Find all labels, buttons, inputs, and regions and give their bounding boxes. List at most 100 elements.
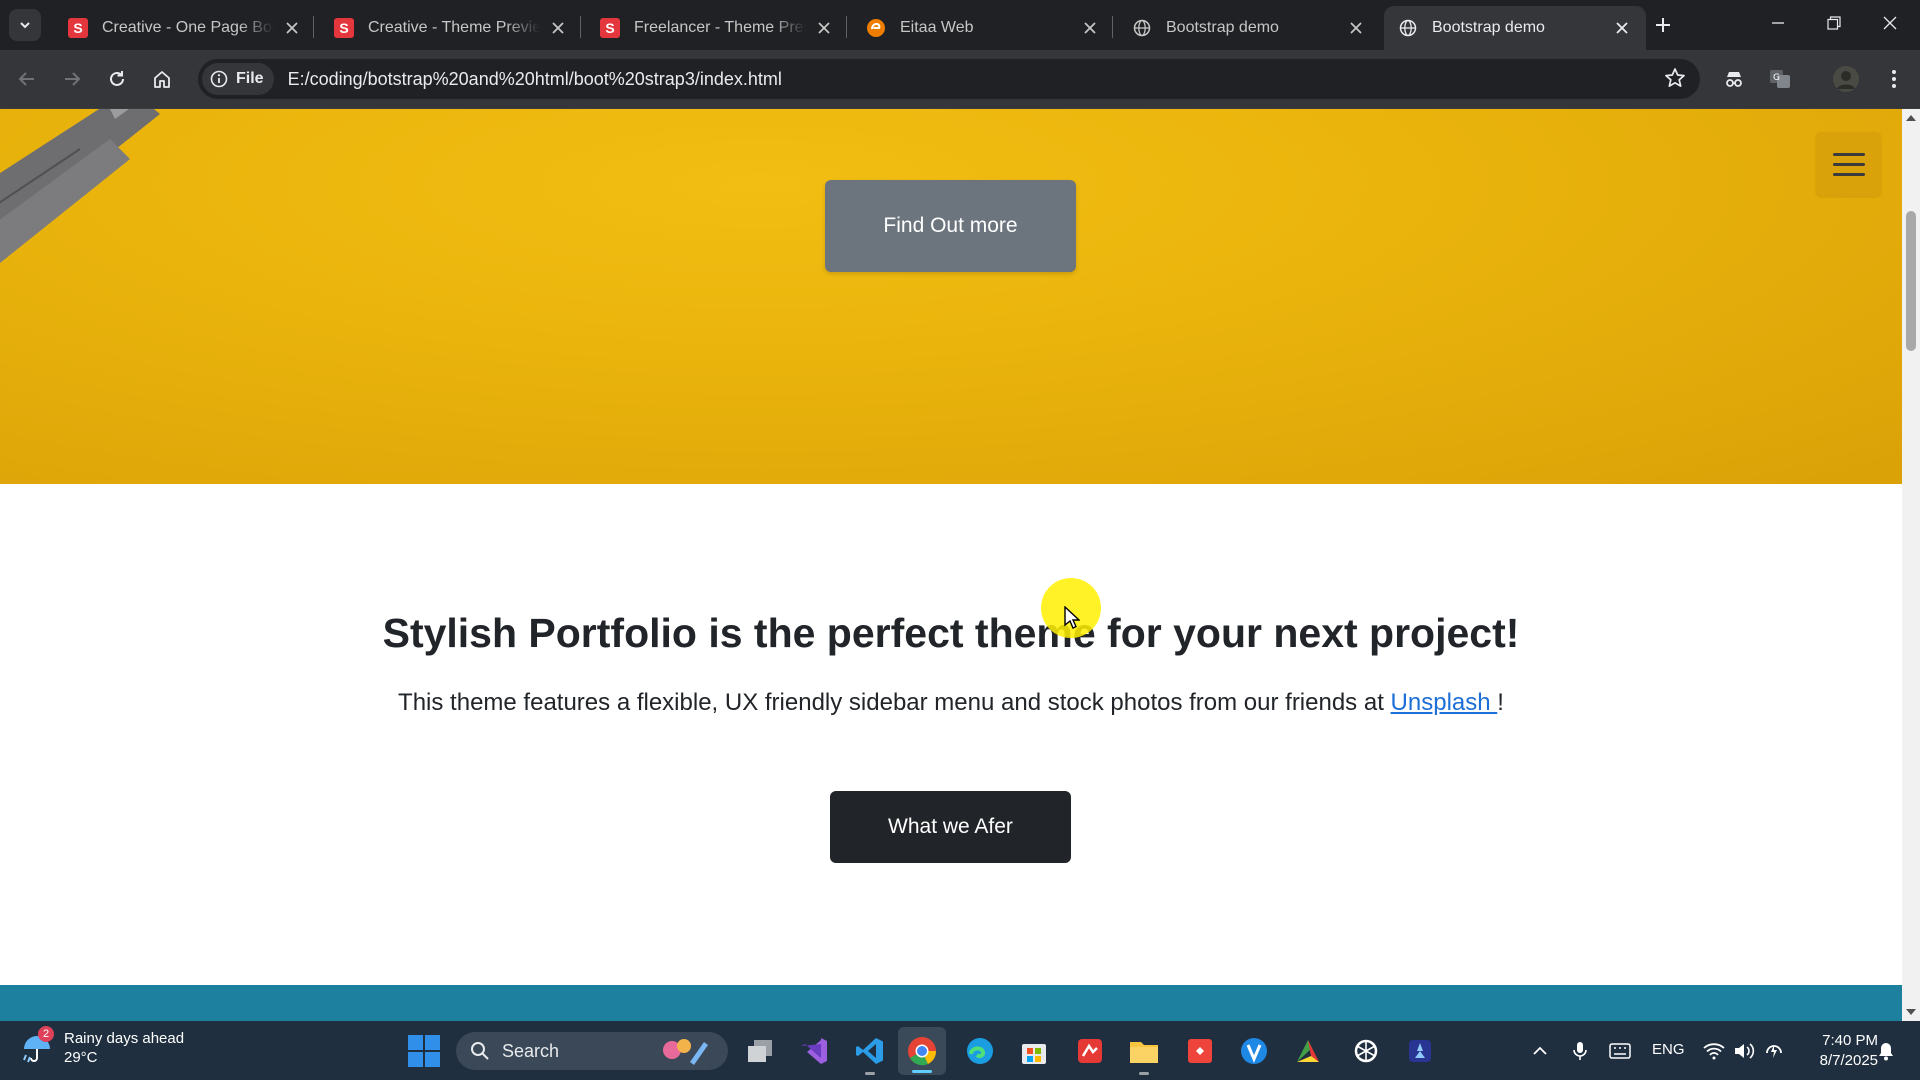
globe-icon: [1398, 18, 1418, 38]
url-text[interactable]: E:/coding/botstrap%20and%20html/boot%20s…: [288, 69, 782, 90]
more-vertical-icon: [1892, 70, 1896, 88]
browser-tab-1[interactable]: S Creative - One Page Bootstrap: [54, 6, 316, 50]
forward-button[interactable]: [55, 62, 89, 96]
visual-studio-app[interactable]: [796, 1033, 832, 1069]
chrome-app[interactable]: [898, 1027, 946, 1075]
close-window-button[interactable]: [1862, 0, 1918, 46]
back-button[interactable]: [10, 62, 44, 96]
chatgpt-app[interactable]: [1348, 1033, 1384, 1069]
wifi-button[interactable]: [1702, 1039, 1726, 1063]
avatar-icon: [1833, 66, 1859, 92]
language-indicator[interactable]: ENG: [1652, 1041, 1685, 1058]
tab-search-button[interactable]: [9, 9, 41, 41]
notifications-button[interactable]: [1874, 1039, 1898, 1063]
minimize-icon: [1772, 22, 1784, 24]
windows-logo-icon: [408, 1052, 423, 1067]
start-button[interactable]: [408, 1035, 440, 1067]
browser-tab-3[interactable]: S Freelancer - Theme Preview - Start Boo…: [586, 6, 848, 50]
hamburger-line: [1832, 162, 1865, 166]
weather-temp: 29°C: [64, 1049, 98, 1066]
browser-tab-5[interactable]: Bootstrap demo: [1118, 6, 1380, 50]
close-tab-icon[interactable]: [1078, 16, 1102, 40]
restore-button[interactable]: [1806, 0, 1862, 46]
pencil-photo: [0, 109, 160, 263]
what-we-offer-button[interactable]: What we Afer: [830, 791, 1071, 863]
new-tab-button[interactable]: [1648, 10, 1678, 40]
browser-tab-6[interactable]: Bootstrap demo: [1384, 6, 1646, 50]
about-lead: This theme features a flexible, UX frien…: [0, 689, 1902, 717]
tab-separator: [1112, 16, 1113, 38]
scrollbar-thumb[interactable]: [1906, 211, 1916, 351]
page-scrollbar[interactable]: [1902, 109, 1920, 1021]
s-logo-icon: S: [68, 18, 88, 38]
close-tab-icon[interactable]: [280, 16, 304, 40]
unsplash-link[interactable]: Unsplash: [1391, 689, 1498, 716]
game-app[interactable]: [1402, 1033, 1438, 1069]
colorful-app[interactable]: [1290, 1033, 1326, 1069]
profile-avatar[interactable]: [1830, 63, 1862, 95]
bookmark-button[interactable]: [1664, 67, 1686, 94]
edge-app[interactable]: [962, 1033, 998, 1069]
s-logo-icon: S: [600, 18, 620, 38]
home-button[interactable]: [145, 62, 179, 96]
weather-widget[interactable]: 2 Rainy days ahead 29°C: [20, 1026, 184, 1067]
multicolor-app-icon: [1297, 1040, 1319, 1062]
home-icon: [154, 71, 170, 88]
anydesk-app[interactable]: [1182, 1033, 1218, 1069]
about-lead-end: !: [1497, 689, 1504, 716]
sketch-app[interactable]: [1072, 1033, 1108, 1069]
translate-icon: G: [1770, 70, 1790, 88]
find-out-more-button[interactable]: Find Out more: [825, 180, 1076, 272]
close-tab-icon[interactable]: [1610, 16, 1634, 40]
show-hidden-icons-button[interactable]: [1528, 1039, 1552, 1063]
restore-icon: [1827, 16, 1841, 30]
browser-tab-4[interactable]: Eitaa Web: [852, 6, 1114, 50]
arrow-left-icon: [18, 72, 34, 86]
file-explorer-app[interactable]: [1126, 1033, 1162, 1075]
address-bar[interactable]: File E:/coding/botstrap%20and%20html/boo…: [198, 59, 1700, 99]
tab-title: Creative - Theme Preview - Start Bootstr…: [368, 19, 540, 36]
minimize-button[interactable]: [1750, 0, 1806, 46]
browser-menu-button[interactable]: [1878, 63, 1910, 95]
search-highlight-icon: [663, 1039, 708, 1065]
taskbar-clock[interactable]: 7:40 PM 8/7/2025: [1800, 1031, 1878, 1071]
microsoft-store-app[interactable]: [1016, 1033, 1052, 1069]
tab-title: Bootstrap demo: [1432, 19, 1545, 36]
scroll-down-arrow-icon[interactable]: [1905, 1007, 1917, 1017]
tab-separator: [313, 16, 314, 38]
page-viewport: Find Out more Stylish Portfolio is the p…: [0, 109, 1902, 1021]
windows-taskbar: 2 Rainy days ahead 29°C Search ENG 7:40 …: [0, 1021, 1920, 1080]
tab-separator: [580, 16, 581, 38]
chevron-up-icon: [1533, 1046, 1547, 1055]
about-section: Stylish Portfolio is the perfect theme f…: [0, 484, 1902, 985]
browser-tab-2[interactable]: S Creative - Theme Preview - Start Boots…: [320, 6, 582, 50]
reload-icon: [110, 71, 124, 86]
microphone-button[interactable]: [1568, 1039, 1592, 1063]
close-tab-icon[interactable]: [812, 16, 836, 40]
sidebar-menu-toggle[interactable]: [1816, 132, 1881, 196]
close-tab-icon[interactable]: [546, 16, 570, 40]
reload-button[interactable]: [100, 62, 134, 96]
battery-button[interactable]: [1762, 1039, 1786, 1063]
scroll-up-arrow-icon[interactable]: [1905, 113, 1917, 123]
microphone-icon: [1573, 1042, 1587, 1060]
notification-bell-icon: [1879, 1043, 1893, 1061]
openai-icon: [1354, 1039, 1378, 1063]
edge-icon: [967, 1038, 993, 1064]
touch-keyboard-button[interactable]: [1608, 1039, 1632, 1063]
translate-button[interactable]: G: [1764, 63, 1796, 95]
vpn-app[interactable]: [1236, 1033, 1272, 1069]
battery-charging-icon: [1766, 1045, 1782, 1058]
vscode-app[interactable]: [852, 1033, 888, 1075]
browser-toolbar: File E:/coding/botstrap%20and%20html/boo…: [0, 50, 1920, 109]
site-info-button[interactable]: File: [202, 63, 274, 95]
blue-app-icon: [1409, 1040, 1431, 1062]
volume-button[interactable]: [1732, 1039, 1756, 1063]
task-view-button[interactable]: [742, 1033, 778, 1069]
close-tab-icon[interactable]: [1344, 16, 1368, 40]
mouse-cursor-icon: [1064, 606, 1080, 629]
taskbar-search[interactable]: Search: [456, 1032, 728, 1070]
tab-title: Bootstrap demo: [1166, 19, 1279, 36]
incognito-extension-button[interactable]: [1718, 63, 1750, 95]
tab-title: Eitaa Web: [900, 19, 974, 36]
